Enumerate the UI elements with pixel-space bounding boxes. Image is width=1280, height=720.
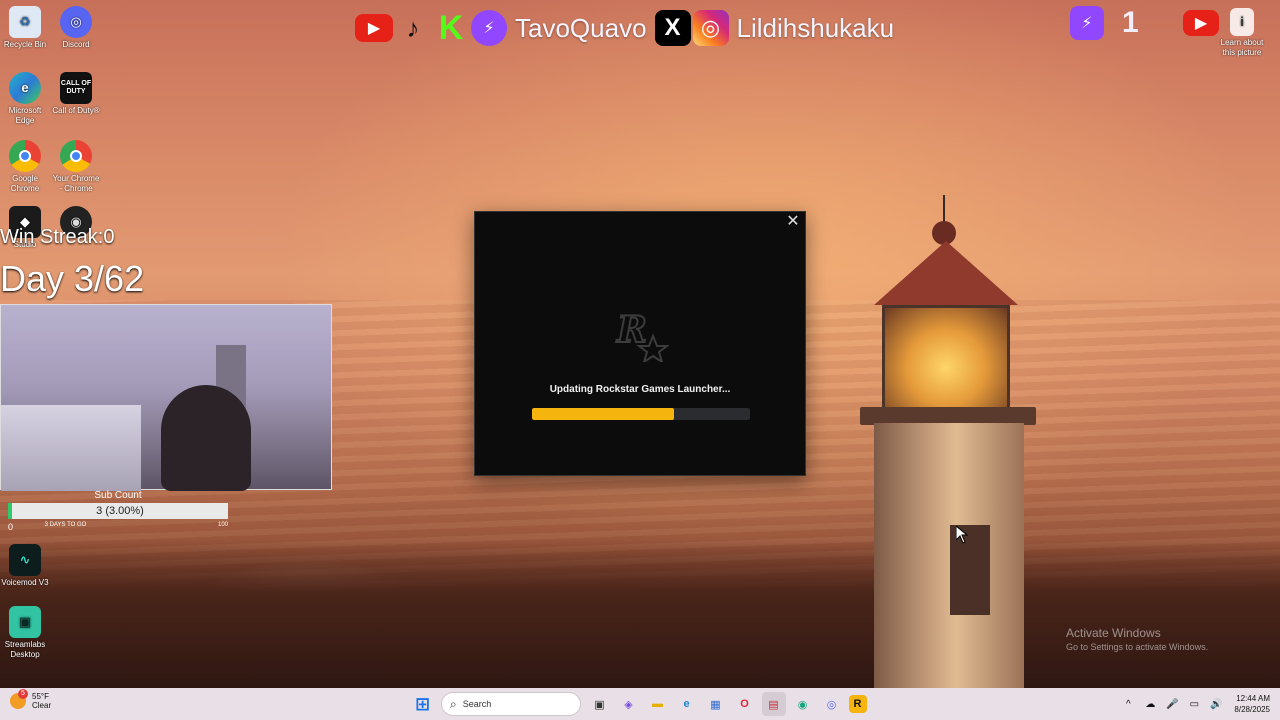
taskbar: 5 55°F Clear ⊞ ⌕ Search ▣ ◈ ▬ e ▦ O ▤ ◉ … — [0, 688, 1280, 720]
update-status-text: Updating Rockstar Games Launcher... — [549, 384, 731, 395]
desktop-icon-discord[interactable]: ◎ Discord — [51, 6, 101, 50]
update-progress-bar — [532, 408, 750, 420]
webcam-feed — [0, 304, 332, 491]
mouse-cursor-icon — [956, 526, 968, 544]
day-counter-label: Day 3/62 — [0, 258, 145, 299]
wallpaper-lighthouse — [860, 195, 1040, 690]
search-placeholder: Search — [462, 699, 492, 709]
sub-count-bar: 3 (3.00%) — [8, 503, 228, 519]
weather-icon: 5 — [10, 689, 28, 709]
taskbar-apps: ⊞ ⌕ Search ▣ ◈ ▬ e ▦ O ▤ ◉ ◎ R — [408, 692, 869, 716]
desktop-icon-edge[interactable]: e Microsoft Edge — [0, 72, 50, 126]
win-streak-label: Win Streak:0 — [0, 226, 115, 248]
edge-icon: e — [9, 72, 41, 104]
tiktok-icon: ♪ — [406, 12, 420, 43]
instagram-icon: ◎ — [692, 10, 729, 46]
sub-count-value: 3 (3.00%) — [96, 505, 144, 517]
tray-overflow-icon[interactable]: ^ — [1122, 699, 1134, 710]
desktop-icon-call-of-duty[interactable]: CALL OF DUTY Call of Duty® — [51, 72, 101, 116]
microphone-icon[interactable]: 🎤 — [1166, 699, 1178, 710]
app-taskbar-button[interactable]: ▤ — [761, 692, 786, 716]
edge-taskbar-button[interactable]: e — [675, 692, 699, 716]
call-of-duty-icon: CALL OF DUTY — [60, 72, 92, 104]
handle-primary: TavoQuavo — [515, 12, 647, 43]
volume-icon[interactable]: 🔊 — [1210, 699, 1222, 710]
handle-secondary: Lildihshukaku — [736, 12, 895, 43]
sub-count-title: Sub Count — [94, 490, 142, 501]
desktop-icon-chrome-profile[interactable]: Your Chrome - Chrome — [51, 140, 101, 194]
twitch-icon: ⚡ — [471, 10, 507, 46]
recycle-bin-icon: ♻ — [9, 6, 41, 38]
rockstar-taskbar-button[interactable]: R — [848, 695, 867, 713]
spotlight-icon: i — [1230, 8, 1254, 36]
opera-taskbar-button[interactable]: O — [733, 692, 757, 716]
twitch-count: 1 — [1122, 6, 1139, 39]
search-icon: ⌕ — [450, 696, 457, 711]
onedrive-icon[interactable]: ☁ — [1144, 699, 1156, 710]
clock-time: 12:44 AM — [1236, 694, 1270, 703]
activate-windows-watermark: Activate Windows Go to Settings to activ… — [1066, 626, 1209, 652]
network-icon[interactable]: ▭ — [1188, 699, 1200, 710]
streamlabs-taskbar-button[interactable]: ◉ — [791, 692, 815, 716]
weather-temp: 55°F — [32, 692, 49, 701]
sub-count-footer: 0 3 DAYS TO GO 100 — [8, 522, 228, 532]
desktop-icon-learn-about-picture[interactable]: i Learn about this picture — [1216, 8, 1268, 58]
twitch-counter-icon: ⚡ — [1070, 6, 1104, 40]
copilot-button[interactable]: ◈ — [617, 692, 641, 716]
youtube-corner-icon: ▶ — [1183, 10, 1219, 36]
twitch-counter: ⚡ 1 — [1070, 6, 1139, 40]
social-handles-bar: ▶ ♪ K ⚡ TavoQuavo X ◎ Lildihshukaku — [355, 8, 902, 48]
task-view-button[interactable]: ▣ — [588, 692, 612, 716]
clock-date: 8/28/2025 — [1234, 705, 1270, 714]
desktop-icon-streamlabs[interactable]: ▣ Streamlabs Desktop — [0, 606, 50, 660]
x-icon: X — [654, 10, 691, 46]
desktop-icon-voicemod[interactable]: ∿ Voicemod V3 — [0, 544, 50, 588]
update-progress-fill — [532, 408, 674, 420]
wallpaper-cliff — [0, 540, 1280, 690]
weather-desc: Clear — [32, 701, 52, 710]
system-tray: ^ ☁ 🎤 ▭ 🔊 12:44 AM 8/28/2025 — [1112, 690, 1270, 718]
discord-taskbar-button[interactable]: ◎ — [820, 692, 844, 716]
file-explorer-button[interactable]: ▬ — [646, 692, 670, 716]
store-taskbar-button[interactable]: ▦ — [704, 692, 728, 716]
chrome-profile-icon — [60, 140, 92, 172]
search-box[interactable]: ⌕ Search — [441, 692, 581, 716]
sub-count-widget: Sub Count 3 (3.00%) 0 3 DAYS TO GO 100 — [8, 490, 228, 532]
kick-icon: K — [438, 8, 464, 47]
rockstar-logo-icon: R — [613, 306, 670, 365]
weather-widget[interactable]: 5 55°F Clear — [10, 689, 52, 710]
chrome-icon — [9, 140, 41, 172]
start-button[interactable]: ⊞ — [411, 692, 435, 716]
discord-icon: ◎ — [60, 6, 92, 38]
sub-count-min: 0 — [8, 522, 14, 532]
rockstar-updater-dialog: ✕ R Updating Rockstar Games Launcher... — [474, 211, 806, 476]
sub-count-max: 100 — [217, 522, 228, 528]
voicemod-icon: ∿ — [9, 544, 41, 576]
close-button[interactable]: ✕ — [785, 214, 801, 230]
youtube-icon: ▶ — [355, 14, 393, 42]
desktop-icon-chrome[interactable]: Google Chrome — [0, 140, 50, 194]
desktop-icon-recycle-bin[interactable]: ♻ Recycle Bin — [0, 6, 50, 50]
sub-count-days: 3 DAYS TO GO — [44, 522, 87, 528]
streamlabs-icon: ▣ — [9, 606, 41, 638]
svg-text:R: R — [616, 309, 647, 351]
clock[interactable]: 12:44 AM 8/28/2025 — [1234, 693, 1270, 715]
